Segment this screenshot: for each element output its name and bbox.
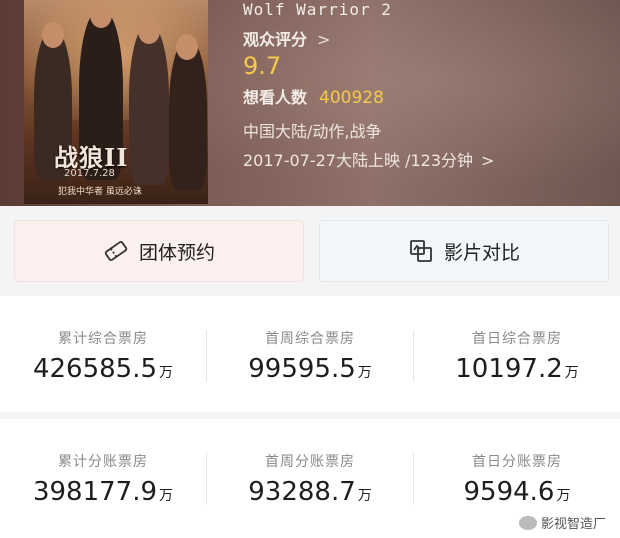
want-to-see-label: 想看人数 <box>243 88 308 107</box>
stat-label: 首日分账票房 <box>472 454 562 470</box>
stat-label: 首周分账票房 <box>265 454 355 470</box>
audience-rating-link[interactable]: 观众评分 > <box>243 26 330 50</box>
group-booking-label: 团体预约 <box>138 241 215 264</box>
release-info-link[interactable]: 2017-07-27大陆上映 /123分钟 > <box>243 147 494 171</box>
compare-films-button[interactable]: 影片对比 <box>319 220 609 282</box>
release-info-text: 2017-07-27大陆上映 /123分钟 <box>243 151 474 170</box>
stat-cumulative-total: 累计综合票房 426585.5 万 <box>0 296 206 412</box>
stat-cumulative-split: 累计分账票房 398177.9 万 <box>0 419 206 538</box>
poster-face <box>42 22 64 48</box>
stat-value: 99595.5 万 <box>248 354 372 384</box>
rating-score: 9.7 <box>243 52 282 80</box>
stat-value: 9594.6 万 <box>463 477 571 507</box>
movie-header: 战狼II 2017.7.28 犯我中华者 虽远必诛 Wolf Warrior 2… <box>0 0 620 206</box>
stat-label: 累计分账票房 <box>58 454 148 470</box>
stat-value: 398177.9 万 <box>32 477 174 507</box>
stat-label: 首周综合票房 <box>265 331 355 347</box>
want-to-see-count: 400928 <box>319 88 384 108</box>
stat-first-week-total: 首周综合票房 99595.5 万 <box>207 296 413 412</box>
wechat-icon <box>518 515 537 530</box>
box-office-split-card: 累计分账票房 398177.9 万 首周分账票房 93288.7 万 首日分账票房 … <box>0 419 620 538</box>
stat-label: 累计综合票房 <box>58 331 148 347</box>
ticket-icon <box>103 238 129 264</box>
audience-rating-label: 观众评分 <box>243 30 308 49</box>
compare-icon <box>408 238 434 264</box>
poster-date: 2017.7.28 <box>64 168 115 179</box>
stat-first-day-total: 首日综合票房 10197.2 万 <box>414 296 620 412</box>
chevron-right-icon: > <box>317 30 331 49</box>
genre-text: 中国大陆/动作,战争 <box>243 122 382 141</box>
poster-face <box>138 18 160 44</box>
poster-figure <box>129 25 169 185</box>
stat-value: 426585.5 万 <box>32 354 174 384</box>
movie-title: Wolf Warrior 2 <box>243 0 392 19</box>
poster-tagline: 犯我中华者 虽远必诛 <box>58 187 142 197</box>
stat-value: 93288.7 万 <box>248 477 372 507</box>
stat-first-week-split: 首周分账票房 93288.7 万 <box>207 419 413 538</box>
poster-face <box>90 2 112 28</box>
stat-label: 首日综合票房 <box>472 331 562 347</box>
box-office-total-card: 累计综合票房 426585.5 万 首周综合票房 99595.5 万 首日综合票房 … <box>0 296 620 412</box>
stat-value: 10197.2 万 <box>455 354 579 384</box>
group-booking-button[interactable]: 团体预约 <box>14 220 304 282</box>
compare-films-label: 影片对比 <box>443 241 520 264</box>
chevron-right-icon: > <box>481 151 495 170</box>
want-to-see-row: 想看人数 400928 <box>243 84 384 108</box>
poster-figure <box>169 40 207 190</box>
watermark-text: 影视智造厂 <box>540 517 606 532</box>
poster-face <box>176 34 198 60</box>
movie-poster[interactable]: 战狼II 2017.7.28 犯我中华者 虽远必诛 <box>24 0 208 204</box>
watermark: 影视智造厂 <box>518 513 606 532</box>
